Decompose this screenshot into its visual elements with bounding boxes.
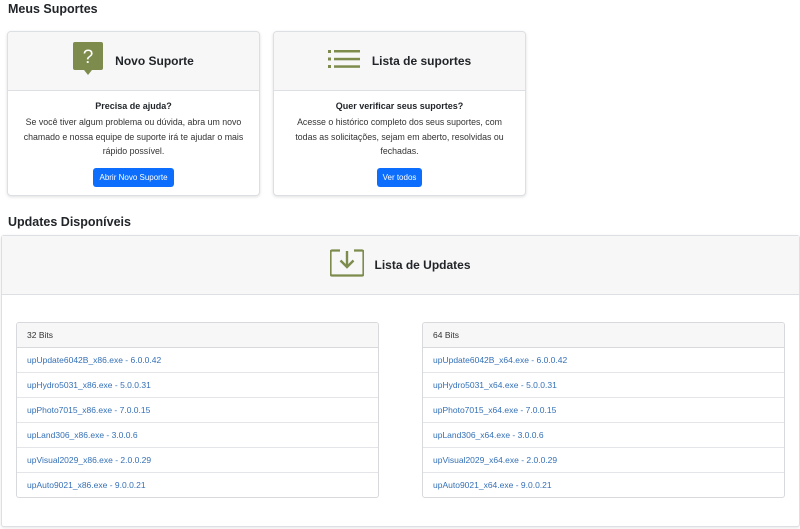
list-header-32bits: 32 Bits [17, 323, 378, 348]
card-description: Se você tiver algum problema ou dúvida, … [23, 117, 244, 156]
list-icon [327, 49, 360, 74]
update-link-32bit[interactable]: upAuto9021_x86.exe - 9.0.0.21 [17, 473, 378, 497]
card-lista-suportes: Lista de suportes Quer verificar seus su… [273, 31, 526, 196]
card-question: Quer verificar seus suportes? [335, 101, 464, 111]
card-novo-suporte: ? Novo Suporte Precisa de ajuda? Se você… [7, 31, 260, 196]
section-title-updates: Updates Disponíveis [8, 215, 131, 229]
svg-text:?: ? [83, 47, 94, 68]
update-link-64bit[interactable]: upVisual2029_x64.exe - 2.0.0.29 [423, 448, 784, 473]
card-question: Precisa de ajuda? [95, 101, 172, 111]
update-link-32bit[interactable]: upPhoto7015_x86.exe - 7.0.0.15 [17, 398, 378, 423]
list-header-64bits: 64 Bits [423, 323, 784, 348]
download-tray-icon [329, 248, 366, 282]
update-link-64bit[interactable]: upPhoto7015_x64.exe - 7.0.0.15 [423, 398, 784, 423]
updates-header-title: Lista de Updates [374, 258, 471, 272]
section-title-suportes: Meus Suportes [8, 2, 98, 16]
view-all-button[interactable]: Ver todos [376, 167, 423, 187]
update-link-32bit[interactable]: upLand306_x86.exe - 3.0.0.6 [17, 423, 378, 448]
updates-list-32bits: 32 Bits upUpdate6042B_x86.exe - 6.0.0.42… [16, 322, 379, 498]
question-bubble-icon: ? [73, 41, 104, 81]
card-header: ? Novo Suporte [8, 32, 259, 91]
update-link-64bit[interactable]: upUpdate6042B_x64.exe - 6.0.0.42 [423, 348, 784, 373]
card-title: Lista de suportes [371, 54, 472, 68]
card-description: Acesse o histórico completo dos seus sup… [295, 117, 504, 156]
update-link-32bit[interactable]: upVisual2029_x86.exe - 2.0.0.29 [17, 448, 378, 473]
update-link-64bit[interactable]: upAuto9021_x64.exe - 9.0.0.21 [423, 473, 784, 497]
update-link-32bit[interactable]: upHydro5031_x86.exe - 5.0.0.31 [17, 373, 378, 398]
card-header: Lista de suportes [274, 32, 525, 91]
card-title: Novo Suporte [115, 54, 194, 68]
updates-header: Lista de Updates [2, 236, 799, 295]
updates-list-64bits: 64 Bits upUpdate6042B_x64.exe - 6.0.0.42… [422, 322, 785, 498]
update-link-64bit[interactable]: upLand306_x64.exe - 3.0.0.6 [423, 423, 784, 448]
update-link-64bit[interactable]: upHydro5031_x64.exe - 5.0.0.31 [423, 373, 784, 398]
open-new-support-button[interactable]: Abrir Novo Suporte [93, 167, 174, 187]
updates-panel: Lista de Updates 32 Bits upUpdate6042B_x… [1, 235, 800, 527]
update-link-32bit[interactable]: upUpdate6042B_x86.exe - 6.0.0.42 [17, 348, 378, 373]
